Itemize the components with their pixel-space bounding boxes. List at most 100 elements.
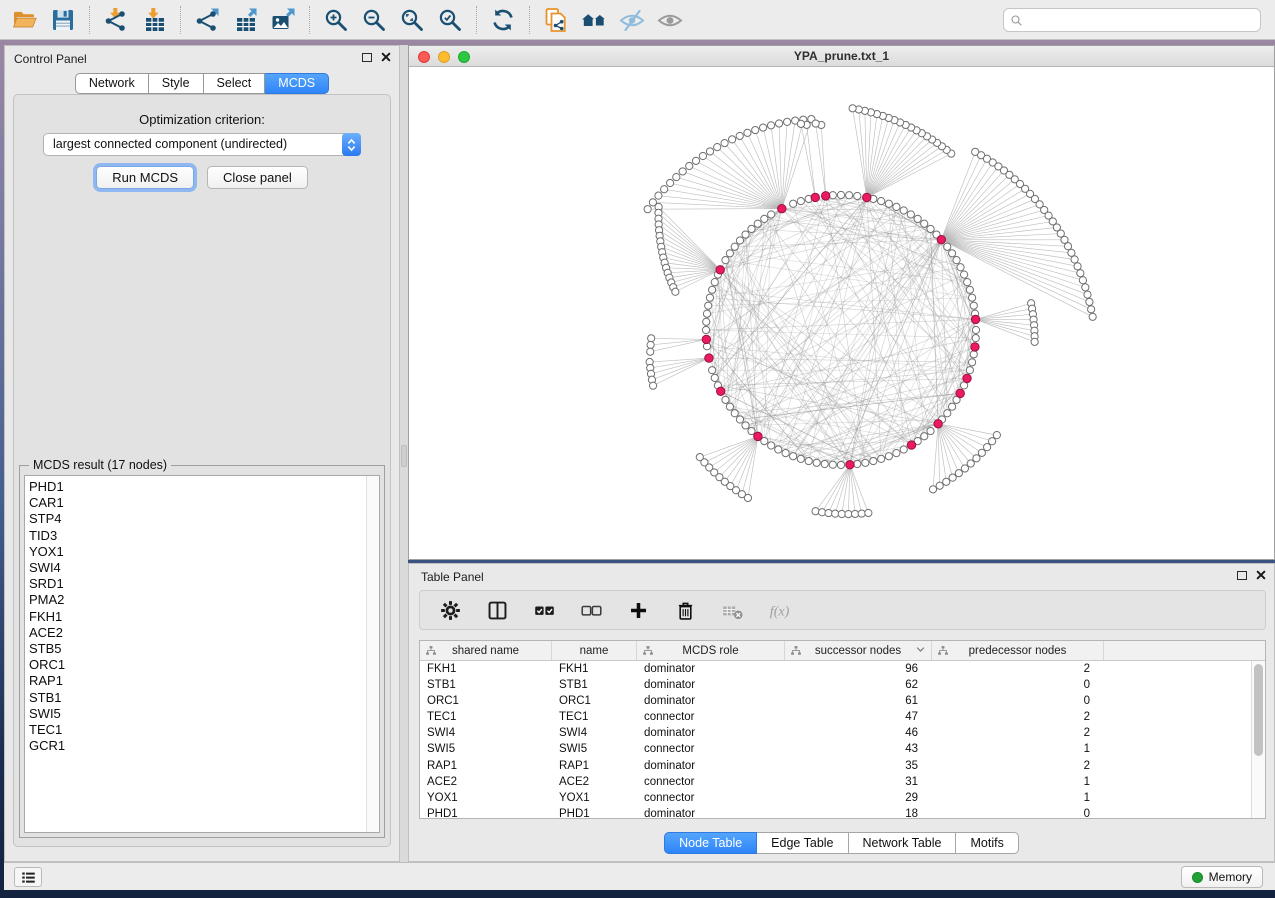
table-row[interactable]: YOX1YOX1connector291 [420, 790, 1251, 806]
cell-shared-name[interactable]: ACE2 [420, 774, 552, 790]
cell-predecessor-nodes[interactable]: 1 [932, 774, 1104, 790]
zoom-in-button[interactable] [317, 4, 355, 36]
tab-motifs[interactable]: Motifs [956, 832, 1018, 854]
tab-node-table[interactable]: Node Table [664, 832, 757, 854]
cell-name[interactable]: RAP1 [552, 758, 637, 774]
panel-splitter[interactable] [400, 45, 408, 862]
network-canvas[interactable] [409, 67, 1274, 559]
import-table-button[interactable] [135, 4, 173, 36]
table-row[interactable]: FKH1FKH1dominator962 [420, 661, 1251, 677]
column-header-name[interactable]: name [552, 641, 637, 660]
deselect-all-button[interactable] [578, 597, 604, 623]
mcds-result-item[interactable]: TEC1 [29, 722, 379, 738]
close-panel-icon[interactable] [381, 52, 391, 62]
cell-predecessor-nodes[interactable]: 0 [932, 806, 1104, 818]
cell-shared-name[interactable]: SWI5 [420, 741, 552, 757]
mcds-result-item[interactable]: STB1 [29, 690, 379, 706]
mcds-result-item[interactable]: YOX1 [29, 544, 379, 560]
mcds-result-item[interactable]: SWI5 [29, 706, 379, 722]
cell-shared-name[interactable]: ORC1 [420, 693, 552, 709]
import-network-button[interactable] [97, 4, 135, 36]
cell-predecessor-nodes[interactable]: 0 [932, 677, 1104, 693]
save-button[interactable] [44, 4, 82, 36]
cell-predecessor-nodes[interactable]: 2 [932, 661, 1104, 677]
mcds-result-item[interactable]: STB5 [29, 641, 379, 657]
cell-name[interactable]: SWI4 [552, 725, 637, 741]
cell-successor-nodes[interactable]: 31 [785, 774, 932, 790]
cell-shared-name[interactable]: PHD1 [420, 806, 552, 818]
table-row[interactable]: ACE2ACE2connector311 [420, 774, 1251, 790]
hide-selected-button[interactable] [613, 4, 651, 36]
cell-MCDS-role[interactable]: dominator [637, 806, 785, 818]
splitter-grip[interactable] [401, 445, 407, 467]
cell-shared-name[interactable]: TEC1 [420, 709, 552, 725]
cell-predecessor-nodes[interactable]: 2 [932, 725, 1104, 741]
table-row[interactable]: SWI4SWI4dominator462 [420, 725, 1251, 741]
cell-MCDS-role[interactable]: dominator [637, 758, 785, 774]
cell-MCDS-role[interactable]: dominator [637, 693, 785, 709]
cell-name[interactable]: ORC1 [552, 693, 637, 709]
zoom-fit-button[interactable] [393, 4, 431, 36]
cell-shared-name[interactable]: FKH1 [420, 661, 552, 677]
mcds-result-item[interactable]: PMA2 [29, 592, 379, 608]
cell-name[interactable]: TEC1 [552, 709, 637, 725]
cell-successor-nodes[interactable]: 43 [785, 741, 932, 757]
cell-successor-nodes[interactable]: 18 [785, 806, 932, 818]
mcds-result-item[interactable]: STP4 [29, 511, 379, 527]
float-panel-icon[interactable] [362, 53, 372, 62]
cell-name[interactable]: FKH1 [552, 661, 637, 677]
mcds-result-item[interactable]: ORC1 [29, 657, 379, 673]
column-header-MCDS-role[interactable]: MCDS role [637, 641, 785, 660]
show-all-button[interactable] [651, 4, 689, 36]
memory-button[interactable]: Memory [1181, 866, 1263, 888]
mcds-result-item[interactable]: RAP1 [29, 673, 379, 689]
cell-name[interactable]: PHD1 [552, 806, 637, 818]
cell-successor-nodes[interactable]: 96 [785, 661, 932, 677]
cell-shared-name[interactable]: SWI4 [420, 725, 552, 741]
mcds-result-item[interactable]: SRD1 [29, 576, 379, 592]
search-input[interactable] [1028, 13, 1254, 27]
mcds-result-list[interactable]: PHD1CAR1STP4TID3YOX1SWI4SRD1PMA2FKH1ACE2… [24, 475, 380, 833]
criterion-dropdown[interactable]: largest connected component (undirected) [43, 133, 361, 156]
cell-name[interactable]: ACE2 [552, 774, 637, 790]
cell-MCDS-role[interactable]: connector [637, 741, 785, 757]
cell-MCDS-role[interactable]: dominator [637, 661, 785, 677]
table-settings-button[interactable] [437, 597, 463, 623]
search-box[interactable] [1003, 8, 1261, 32]
cell-predecessor-nodes[interactable]: 0 [932, 693, 1104, 709]
first-neighbors-button[interactable] [575, 4, 613, 36]
cell-name[interactable]: SWI5 [552, 741, 637, 757]
cell-predecessor-nodes[interactable]: 2 [932, 709, 1104, 725]
mcds-result-item[interactable]: SWI4 [29, 560, 379, 576]
cell-MCDS-role[interactable]: connector [637, 774, 785, 790]
open-folder-button[interactable] [6, 4, 44, 36]
export-network-button[interactable] [188, 4, 226, 36]
mcds-result-item[interactable]: PHD1 [29, 479, 379, 495]
tab-network-table[interactable]: Network Table [849, 832, 957, 854]
zoom-selected-button[interactable] [431, 4, 469, 36]
cell-successor-nodes[interactable]: 61 [785, 693, 932, 709]
close-table-panel-icon[interactable] [1256, 570, 1266, 580]
cell-MCDS-role[interactable]: connector [637, 790, 785, 806]
cell-successor-nodes[interactable]: 35 [785, 758, 932, 774]
tab-select[interactable]: Select [204, 73, 266, 94]
cell-MCDS-role[interactable]: dominator [637, 725, 785, 741]
export-table-button[interactable] [226, 4, 264, 36]
cell-name[interactable]: YOX1 [552, 790, 637, 806]
result-list-scrollbar[interactable] [366, 476, 379, 832]
cell-successor-nodes[interactable]: 47 [785, 709, 932, 725]
mcds-result-item[interactable]: GCR1 [29, 738, 379, 754]
mcds-result-item[interactable]: TID3 [29, 528, 379, 544]
cell-name[interactable]: STB1 [552, 677, 637, 693]
column-header-successor-nodes[interactable]: successor nodes [785, 641, 932, 660]
close-panel-button[interactable]: Close panel [207, 166, 308, 189]
cell-successor-nodes[interactable]: 46 [785, 725, 932, 741]
refresh-button[interactable] [484, 4, 522, 36]
export-image-button[interactable] [264, 4, 302, 36]
delete-rows-button[interactable] [672, 597, 698, 623]
show-columns-button[interactable] [484, 597, 510, 623]
cell-MCDS-role[interactable]: connector [637, 709, 785, 725]
cell-predecessor-nodes[interactable]: 1 [932, 790, 1104, 806]
tab-edge-table[interactable]: Edge Table [757, 832, 848, 854]
cell-predecessor-nodes[interactable]: 2 [932, 758, 1104, 774]
